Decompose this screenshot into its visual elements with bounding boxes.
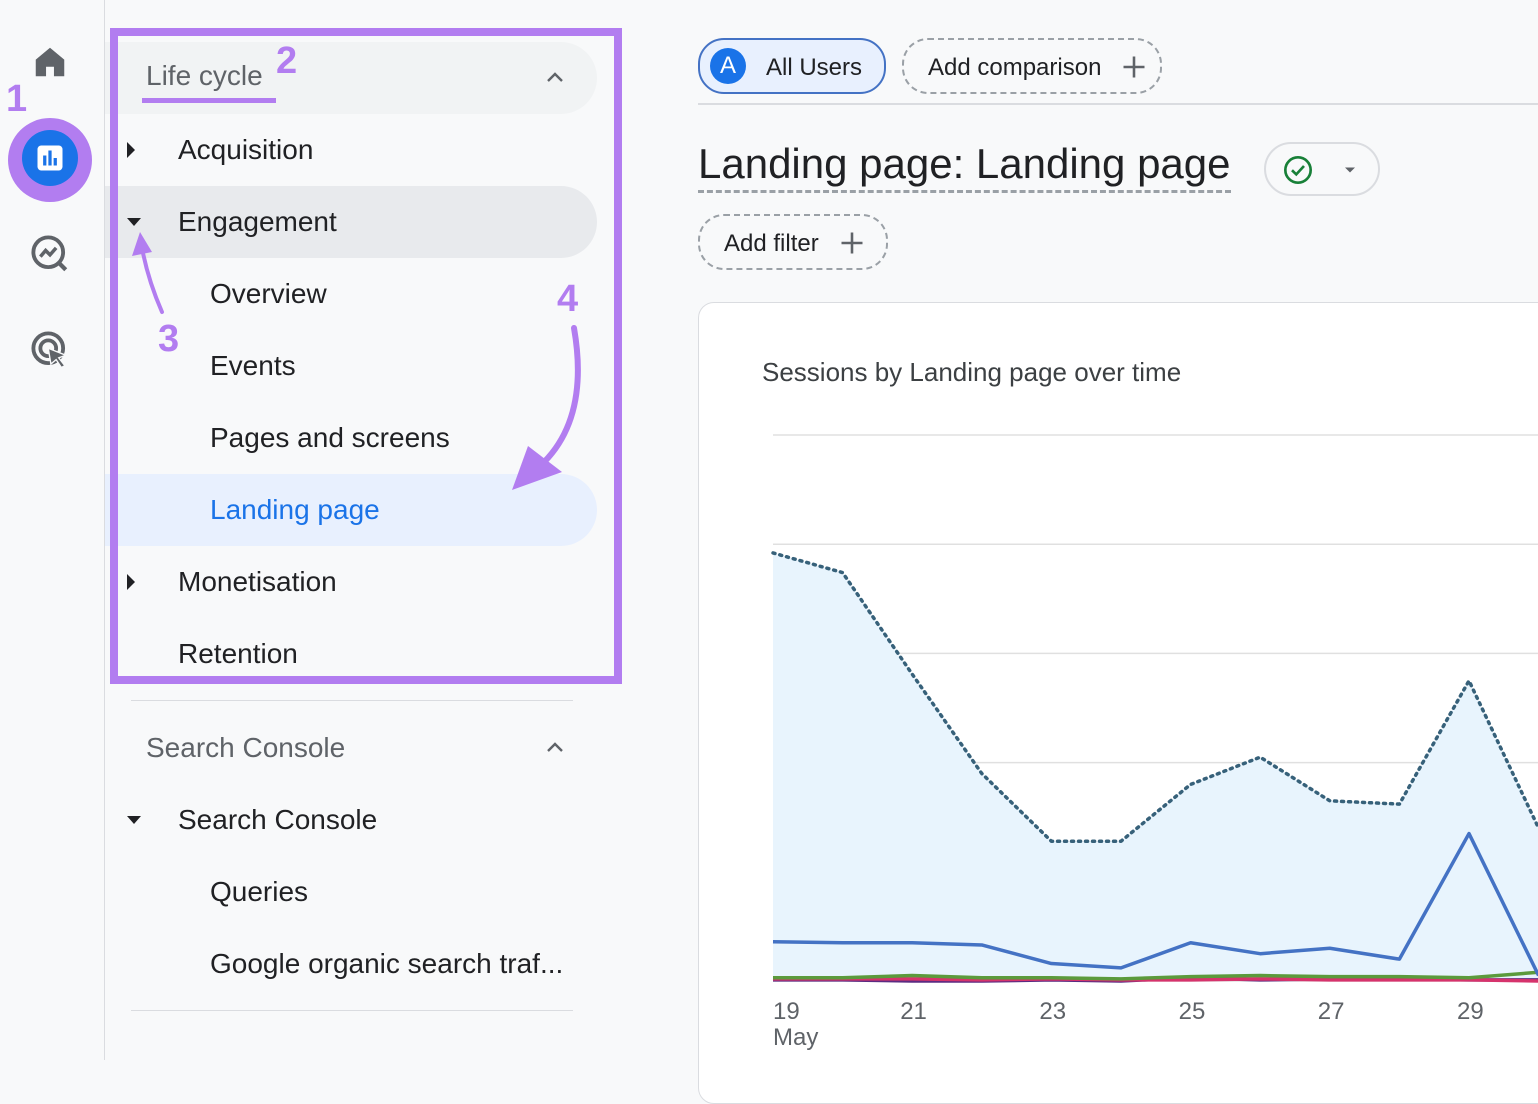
reports-icon[interactable] bbox=[22, 130, 78, 186]
sidebar-item-label: Queries bbox=[210, 876, 308, 908]
segment-label: All Users bbox=[766, 54, 862, 82]
x-tick-label: 29 bbox=[1457, 998, 1484, 1025]
segment-avatar: A bbox=[710, 48, 746, 84]
chevron-up-icon bbox=[541, 736, 569, 760]
x-axis-month-label: May bbox=[773, 1024, 818, 1051]
sidebar-item-queries[interactable]: Queries bbox=[105, 856, 597, 928]
add-filter-label: Add filter bbox=[724, 230, 819, 258]
sessions-line-chart: 19 21 23 25 27 29 May bbox=[699, 303, 1538, 1061]
explore-icon[interactable] bbox=[22, 226, 78, 282]
sidebar-divider bbox=[131, 700, 573, 701]
expand-arrow-icon bbox=[127, 574, 135, 590]
sidebar-item-landing-page[interactable]: Landing page bbox=[105, 474, 597, 546]
sidebar-divider bbox=[131, 1010, 573, 1011]
collapse-arrow-icon bbox=[127, 218, 141, 226]
home-icon[interactable] bbox=[22, 34, 78, 90]
plus-icon bbox=[838, 229, 866, 257]
sidebar-item-label: Retention bbox=[178, 638, 298, 670]
sidebar-item-label: Search Console bbox=[178, 804, 377, 836]
chevron-up-icon bbox=[541, 66, 569, 90]
header-divider bbox=[698, 103, 1538, 105]
x-tick-label: 23 bbox=[1039, 998, 1066, 1025]
lifecycle-header[interactable]: Life cycle bbox=[105, 42, 597, 114]
sidebar-item-google-organic-search-traffic[interactable]: Google organic search traf... bbox=[105, 928, 597, 1000]
sidebar-item-label: Monetisation bbox=[178, 566, 337, 598]
reports-sidebar: Life cycle Acquisition Engagement Overvi… bbox=[105, 0, 697, 1060]
dropdown-arrow-icon bbox=[1338, 160, 1362, 180]
annotation-number-4: 4 bbox=[557, 278, 578, 321]
search-console-title: Search Console bbox=[146, 732, 345, 764]
sidebar-item-retention[interactable]: Retention bbox=[105, 618, 597, 690]
x-tick-label: 27 bbox=[1318, 998, 1345, 1025]
annotation-number-1: 1 bbox=[6, 78, 27, 121]
add-comparison-button[interactable]: Add comparison bbox=[902, 38, 1162, 94]
sidebar-item-label: Events bbox=[210, 350, 296, 382]
sidebar-item-label: Google organic search traf... bbox=[210, 948, 563, 980]
sidebar-item-monetisation[interactable]: Monetisation bbox=[105, 546, 597, 618]
lifecycle-underline-annotation bbox=[142, 98, 276, 103]
plus-icon bbox=[1120, 53, 1148, 81]
add-comparison-label: Add comparison bbox=[928, 54, 1101, 82]
sidebar-item-pages-and-screens[interactable]: Pages and screens bbox=[105, 402, 597, 474]
x-tick-label: 19 bbox=[773, 998, 800, 1025]
expand-arrow-icon bbox=[127, 142, 135, 158]
sidebar-item-label: Overview bbox=[210, 278, 327, 310]
title-status-dropdown[interactable] bbox=[1264, 142, 1380, 196]
annotation-number-3: 3 bbox=[158, 318, 179, 361]
advertising-icon[interactable] bbox=[22, 322, 78, 378]
main-content: A All Users Add comparison Landing page:… bbox=[698, 0, 1538, 1060]
check-circle-icon bbox=[1282, 154, 1314, 186]
sidebar-item-label: Acquisition bbox=[178, 134, 313, 166]
sidebar-item-acquisition[interactable]: Acquisition bbox=[105, 114, 597, 186]
sidebar-item-search-console[interactable]: Search Console bbox=[105, 784, 597, 856]
chart-card: Sessions by Landing page over time 19212… bbox=[698, 302, 1538, 1104]
annotation-number-2: 2 bbox=[276, 40, 297, 83]
add-filter-button[interactable]: Add filter bbox=[698, 214, 888, 270]
collapse-arrow-icon bbox=[127, 816, 141, 824]
page-title[interactable]: Landing page: Landing page bbox=[698, 140, 1231, 193]
sidebar-item-label: Engagement bbox=[178, 206, 337, 238]
search-console-header[interactable]: Search Console bbox=[105, 712, 597, 784]
segment-chip-all-users[interactable]: A All Users bbox=[698, 38, 886, 94]
sidebar-item-engagement[interactable]: Engagement bbox=[105, 186, 597, 258]
x-tick-label: 21 bbox=[900, 998, 927, 1025]
x-tick-label: 25 bbox=[1179, 998, 1206, 1025]
lifecycle-title: Life cycle bbox=[146, 60, 263, 92]
left-rail bbox=[0, 0, 105, 1060]
sidebar-item-label: Pages and screens bbox=[210, 422, 450, 454]
sidebar-item-label: Landing page bbox=[210, 494, 380, 526]
